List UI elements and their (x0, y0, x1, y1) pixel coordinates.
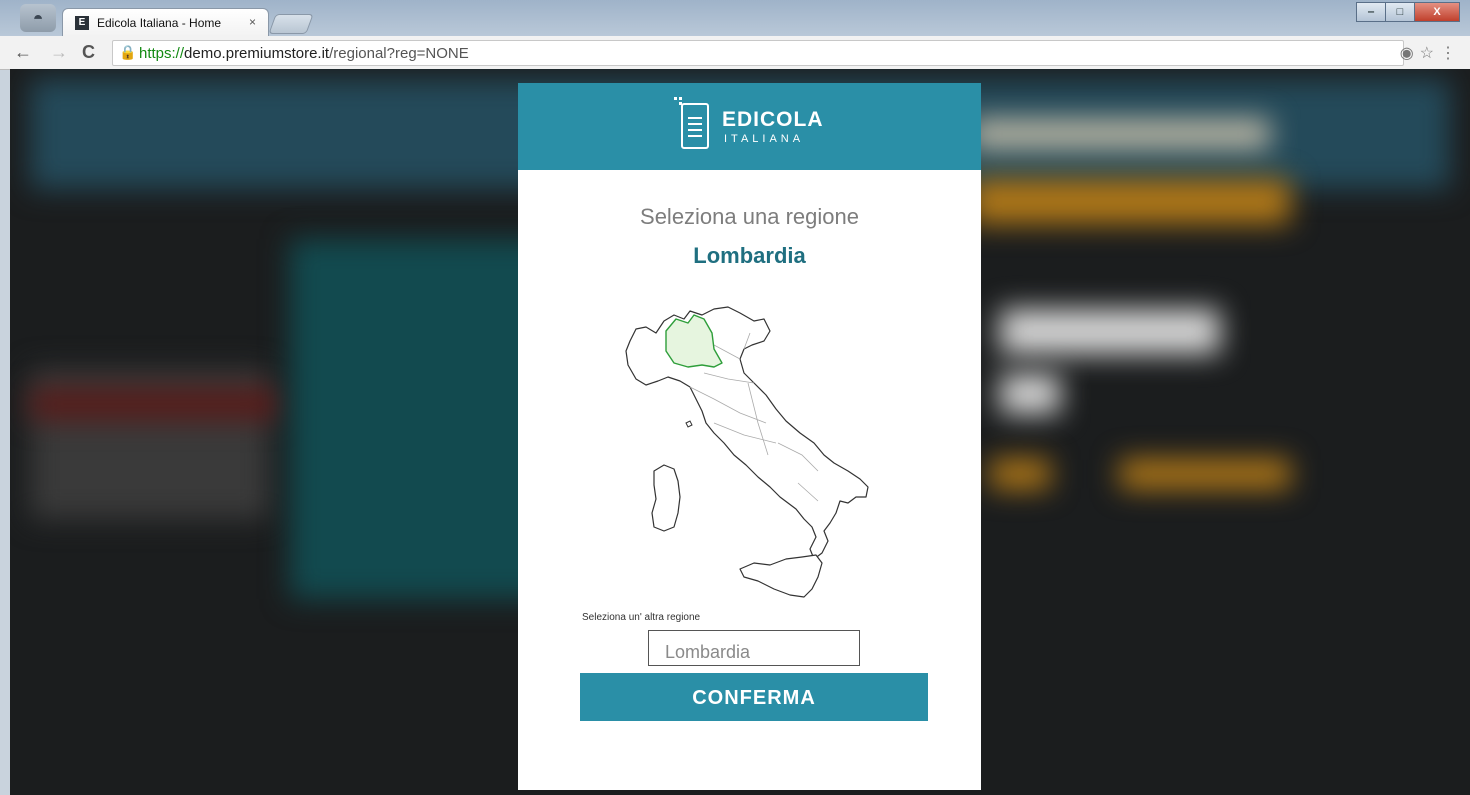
new-tab-button[interactable] (268, 14, 314, 34)
blurred-headline-2 (1000, 374, 1060, 414)
confirm-button[interactable]: CONFERMA (580, 673, 928, 721)
browser-tab[interactable]: E Edicola Italiana - Home × (62, 8, 269, 37)
incognito-icon: ◓ (20, 4, 56, 32)
maximize-button[interactable]: □ (1385, 2, 1415, 22)
menu-icon[interactable]: ⋮ (1440, 45, 1462, 62)
browser-toolbar: ← → C 🔒 https://demo.premiumstore.it/reg… (0, 36, 1470, 70)
lock-icon: 🔒 (119, 44, 137, 60)
close-window-button[interactable]: X (1414, 2, 1460, 22)
forward-icon[interactable]: → (50, 42, 68, 63)
back-icon[interactable]: ← (14, 42, 32, 63)
sardinia-outline (651, 464, 681, 532)
tab-title: Edicola Italiana - Home (97, 16, 222, 30)
address-bar[interactable]: 🔒 https://demo.premiumstore.it/regional?… (112, 40, 1404, 66)
region-select-value: Lombardia (665, 642, 751, 662)
toolbar-icons: ◉☆⋮ (1400, 43, 1462, 63)
blurred-headline (1000, 309, 1220, 354)
reload-icon[interactable]: C (82, 42, 95, 63)
blurred-accent (990, 459, 1050, 489)
blurred-orange-bar (970, 179, 1290, 224)
browser-titlebar: ◓ E Edicola Italiana - Home × ‒ □ X (0, 0, 1470, 37)
region-select[interactable]: Lombardia (648, 630, 860, 666)
elba-outline (685, 420, 693, 428)
tab-close-icon[interactable]: × (249, 15, 256, 29)
minimize-button[interactable]: ‒ (1356, 2, 1386, 22)
region-modal: EDICOLA ITALIANA Seleziona una regione L… (518, 83, 981, 790)
blurred-accent-2 (1120, 459, 1290, 489)
blurred-search (970, 119, 1270, 149)
star-icon[interactable]: ☆ (1420, 45, 1440, 62)
url-text: https://demo.premiumstore.it/regional?re… (139, 45, 469, 62)
location-icon[interactable]: ◉ (1400, 45, 1420, 62)
window-controls: ‒ □ X (1356, 2, 1460, 22)
url-path: /regional?reg=NONE (329, 45, 469, 62)
select-region-label: Seleziona un' altra regione (582, 612, 701, 623)
url-scheme: https:// (139, 45, 185, 62)
url-domain: demo.premiumstore.it (184, 45, 330, 62)
blurred-red-bar (30, 389, 280, 419)
favicon-icon: E (75, 16, 89, 30)
sicily-outline (739, 554, 823, 598)
